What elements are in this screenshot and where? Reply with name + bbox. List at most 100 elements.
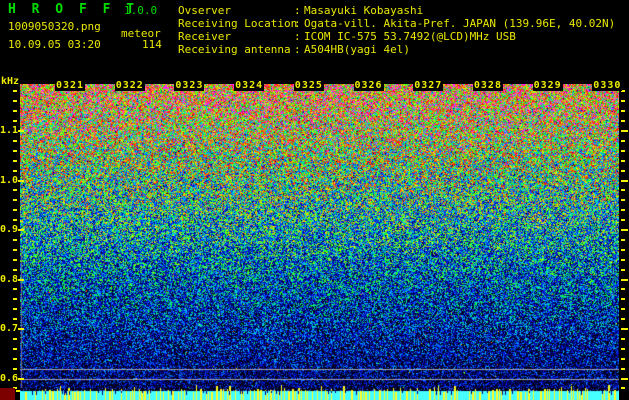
frequency-tick-label: 0.6 [0,372,19,384]
minor-tick [13,219,17,222]
info-colon-separator: : [294,4,301,17]
minor-tick-right [621,367,625,370]
corner-block [0,388,15,400]
minor-tick-right [621,120,625,123]
major-tick-right [621,278,628,281]
info-value: ICOM IC-575 53.7492(@LCD)MHz USB [304,30,516,43]
app-title: H R O F F T [8,2,139,17]
major-tick [18,179,24,182]
hrofft-screenshot: H R O F F T 1.0.0 1009050320.png meteor … [0,0,629,400]
app-version: 1.0.0 [124,4,158,17]
major-tick-right [621,130,628,132]
time-label: 0324 [234,80,265,91]
major-tick-right [621,328,628,330]
spectrogram-canvas [20,84,619,400]
info-value: Ogata-vill. Akita-Pref. JAPAN (139.96E, … [304,17,616,30]
time-label: 0329 [532,80,563,91]
frequency-tick-label: 0.9 [0,224,19,235]
frequency-tick-label: 1.1 [0,125,19,136]
time-label: 0325 [293,80,324,91]
minor-tick-right [621,139,625,142]
minor-tick [13,367,17,370]
minor-tick-right [621,189,625,192]
info-colon-separator: : [294,43,301,56]
minor-tick-right [621,298,625,301]
frequency-axis-unit: kHz [1,76,20,87]
frequency-tick-label: 1.0 [0,174,19,186]
minor-tick [13,308,17,311]
time-label: 0327 [413,80,444,91]
time-label: 0328 [472,80,503,91]
info-row: Receiver: ICOM IC-575 53.7492(@LCD)MHz US… [178,30,628,43]
minor-tick [13,139,17,142]
minor-tick [13,238,17,241]
minor-tick-right [621,288,625,291]
minor-tick [13,189,17,192]
info-colon-separator: : [294,30,301,43]
minor-tick-right [621,258,625,261]
minor-tick [13,149,17,152]
minor-tick-right [621,100,625,103]
minor-tick [13,120,17,123]
time-label: 0323 [174,80,205,91]
frequency-tick-label: 0.8 [0,273,19,285]
minor-tick-right [621,219,625,222]
info-value: Masayuki Kobayashi [304,4,424,17]
info-label: Receiver [178,30,231,43]
minor-tick [13,288,17,291]
time-label: 0321 [55,80,86,91]
minor-tick [13,357,17,360]
minor-tick-right [621,209,625,212]
minor-tick [13,159,17,162]
minor-tick [13,199,17,202]
major-tick [18,328,24,330]
minor-tick [13,100,17,103]
minor-tick-right [621,248,625,251]
echo-count: 114 [142,38,162,51]
info-colon-separator: : [294,17,301,30]
minor-tick [13,318,17,321]
minor-tick [13,90,17,93]
major-tick [18,278,24,281]
major-tick-right [621,229,628,231]
minor-tick-right [621,149,625,152]
minor-tick-right [621,199,625,202]
major-tick-right [621,179,628,182]
output-filename: 1009050320.png [8,20,101,33]
minor-tick-right [621,268,625,271]
info-value: A504HB(yagi 4el) [304,43,410,56]
minor-tick [13,258,17,261]
minor-tick-right [621,238,625,241]
info-row: Receiving Location: Ogata-vill. Akita-Pre… [178,17,628,30]
minor-tick [13,298,17,301]
datetime-label: 10.09.05 03:20 [8,38,101,51]
frequency-tick-label: 0.7 [0,323,19,334]
major-tick [18,229,24,231]
minor-tick [13,337,17,340]
minor-tick-right [621,347,625,350]
station-info-block: Ovserver: Masayuki Kobayashi Receiving Loc… [178,4,628,56]
info-label: Receiving antenna [178,43,291,56]
major-tick-right [621,377,628,380]
time-label: 0322 [114,80,145,91]
info-row: Receiving antenna: A504HB(yagi 4el) [178,43,628,56]
minor-tick-right [621,357,625,360]
minor-tick [13,248,17,251]
minor-tick-right [621,318,625,321]
minor-tick-right [621,387,625,390]
minor-tick-right [621,159,625,162]
minor-tick-right [621,110,625,113]
info-label: Ovserver [178,4,231,17]
time-label: 0326 [353,80,384,91]
minor-tick [13,110,17,113]
minor-tick [13,209,17,212]
corner-tick [16,390,20,392]
time-label: 0330 [592,80,623,91]
info-row: Ovserver: Masayuki Kobayashi [178,4,628,17]
minor-tick-right [621,169,625,172]
minor-tick-right [621,337,625,340]
info-label: Receiving Location [178,17,298,30]
minor-tick [13,169,17,172]
minor-tick [13,268,17,271]
major-tick [18,130,24,132]
